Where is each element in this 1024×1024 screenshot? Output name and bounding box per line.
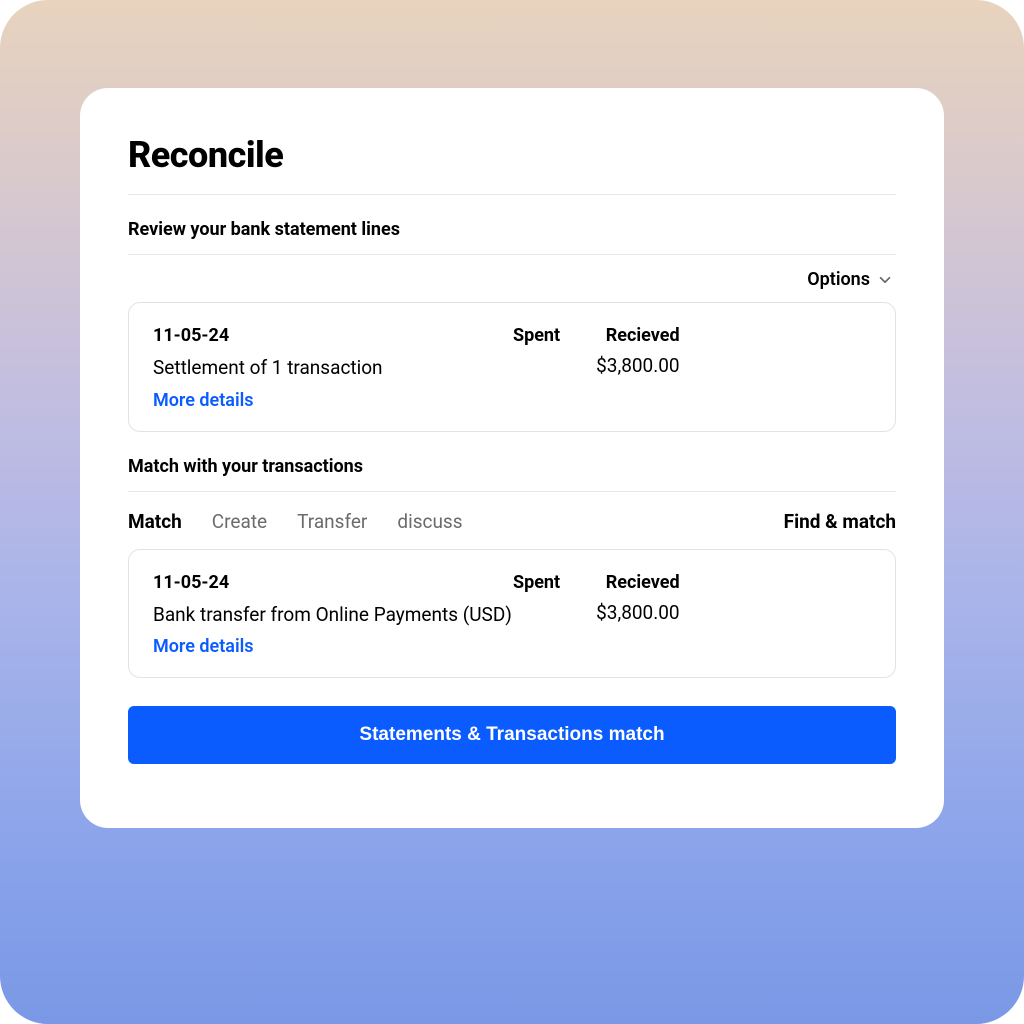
statements-section-label: Review your bank statement lines — [128, 195, 896, 254]
match-button[interactable]: Statements & Transactions match — [128, 706, 896, 764]
statement-line-card: 11-05-24 Settlement of 1 transaction Mor… — [128, 302, 896, 432]
statement-description: Settlement of 1 transaction — [153, 354, 513, 382]
tab-transfer[interactable]: Transfer — [297, 510, 367, 533]
statement-date: 11-05-24 — [153, 325, 513, 346]
tab-create[interactable]: Create — [212, 510, 267, 533]
gradient-background: Reconcile Review your bank statement lin… — [0, 0, 1024, 1024]
chevron-down-icon — [878, 273, 892, 287]
page-title: Reconcile — [128, 134, 896, 194]
transaction-date: 11-05-24 — [153, 572, 513, 593]
tab-discuss[interactable]: discuss — [397, 510, 462, 533]
received-header: Recieved — [596, 325, 680, 346]
find-and-match-button[interactable]: Find & match — [784, 510, 896, 533]
spent-column: Spent — [513, 325, 560, 377]
transaction-line-card: 11-05-24 Bank transfer from Online Payme… — [128, 549, 896, 679]
transaction-description: Bank transfer from Online Payments (USD) — [153, 601, 513, 629]
transactions-tabs-row: Match Create Transfer discuss Find & mat… — [128, 492, 896, 549]
spent-column: Spent — [513, 572, 560, 624]
received-column: Recieved $3,800.00 — [596, 325, 680, 377]
tab-match[interactable]: Match — [128, 510, 182, 533]
more-details-link[interactable]: More details — [153, 390, 513, 411]
received-value: $3,800.00 — [596, 354, 680, 377]
spent-header: Spent — [513, 572, 560, 593]
reconcile-card: Reconcile Review your bank statement lin… — [80, 88, 944, 828]
options-label: Options — [807, 269, 870, 290]
more-details-link[interactable]: More details — [153, 636, 513, 657]
received-value: $3,800.00 — [596, 601, 680, 624]
received-column: Recieved $3,800.00 — [596, 572, 680, 624]
received-header: Recieved — [596, 572, 680, 593]
spent-header: Spent — [513, 325, 560, 346]
transactions-section-label: Match with your transactions — [128, 432, 896, 491]
options-dropdown[interactable]: Options — [128, 255, 896, 302]
